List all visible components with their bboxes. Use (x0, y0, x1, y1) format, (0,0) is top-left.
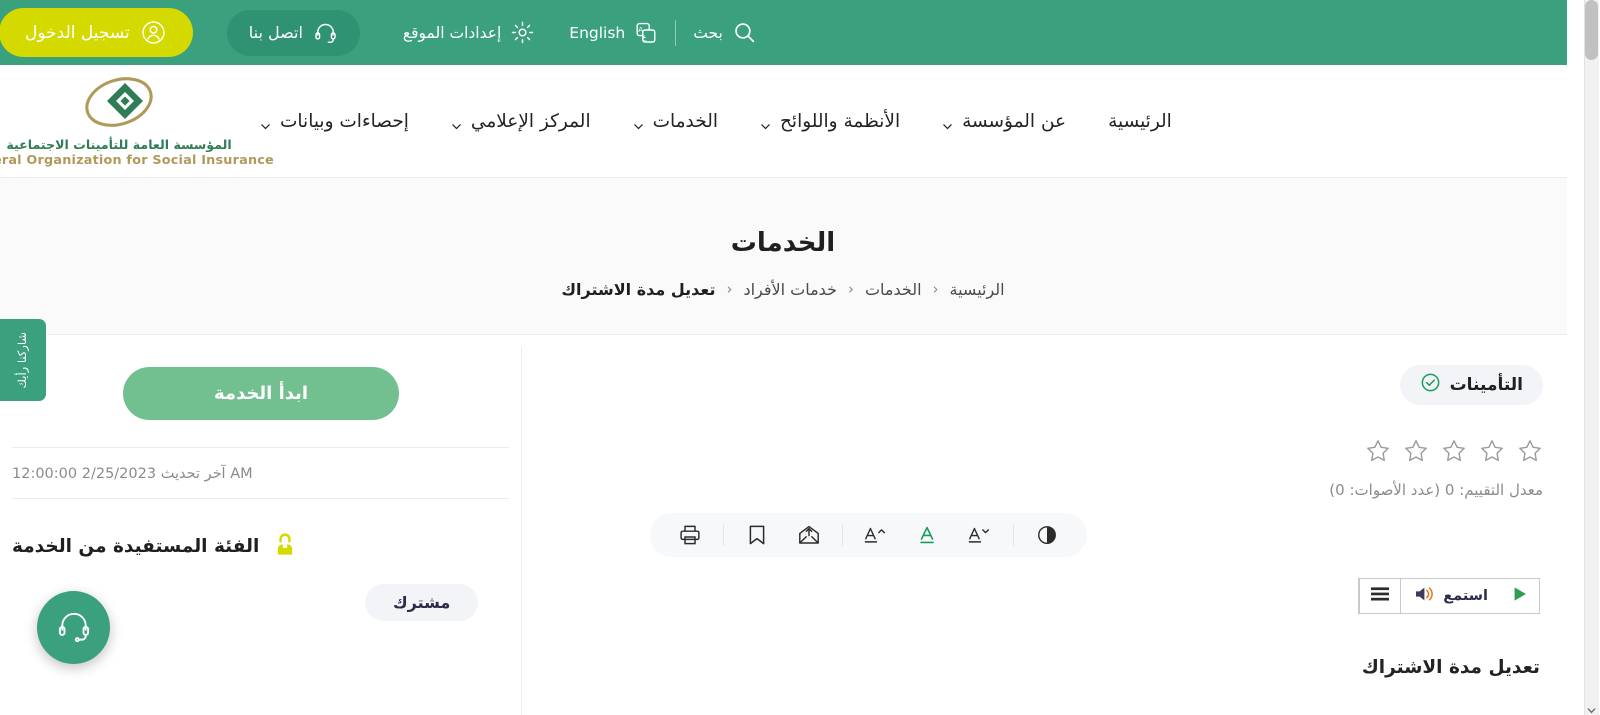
contact-us-label: اتصل بنا (249, 23, 304, 42)
rating-star-4[interactable] (1404, 438, 1430, 464)
search-label: بحث (694, 23, 724, 42)
support-floating-button[interactable] (38, 591, 111, 664)
logo-english-text: General Organization for Social Insuranc… (0, 152, 275, 168)
page-scrollbar[interactable] (1585, 0, 1600, 715)
nav-label: المركز الإعلامي (471, 110, 592, 132)
nav-label: الأنظمة واللوائح (780, 110, 902, 132)
speaker-icon (1415, 585, 1437, 607)
breadcrumb-item-current: تعديل مدة الاشتراك (562, 279, 717, 299)
nav-item-media-center[interactable]: المركز الإعلامي (431, 111, 613, 132)
nav-label: الرئيسية (1109, 110, 1173, 132)
start-service-label: ابدأ الخدمة (214, 383, 310, 404)
site-logo[interactable]: المؤسسة العامة للتأمينات الاجتماعية Gene… (0, 75, 275, 168)
player-listen-label: استمع (1444, 588, 1489, 604)
divider (676, 19, 678, 46)
font-decrease-icon[interactable] (964, 518, 998, 552)
breadcrumb: الرئيسية ‹ الخدمات ‹ خدمات الأفراد ‹ تعد… (551, 280, 1016, 299)
nav-item-statistics[interactable]: إحصاءات وبيانات (240, 111, 431, 132)
nav-item-regulations[interactable]: الأنظمة واللوائح (740, 111, 922, 132)
language-label: English (570, 23, 627, 42)
font-increase-icon[interactable] (860, 518, 894, 552)
rating-summary-text: معدل التقييم: 0 (عدد الأصوات: 0) (1330, 481, 1544, 499)
divider (1014, 524, 1015, 546)
search-button[interactable]: بحث (677, 20, 775, 45)
chevron-down-icon (634, 116, 645, 129)
rating-stars[interactable] (1366, 438, 1544, 464)
play-icon (1512, 585, 1530, 607)
chevron-down-icon (943, 116, 954, 129)
nav-item-home[interactable]: الرئيسية (1088, 111, 1194, 132)
check-circle-icon (1421, 372, 1442, 398)
rating-star-3[interactable] (1442, 438, 1468, 464)
scrollbar-thumb[interactable] (1586, 0, 1599, 60)
breadcrumb-separator: ‹ (848, 280, 855, 298)
nav-label: عن المؤسسة (963, 110, 1068, 132)
breadcrumb-item-home[interactable]: الرئيسية (940, 280, 1017, 299)
chevron-down-icon (261, 116, 272, 129)
user-circle-icon (141, 19, 168, 46)
bookmark-icon[interactable] (741, 518, 775, 552)
nav-label: إحصاءات وبيانات (281, 110, 410, 132)
language-switch-icon: A ع (635, 21, 659, 45)
contrast-icon[interactable] (1031, 518, 1065, 552)
player-menu-button[interactable] (1360, 579, 1401, 613)
user-beneficiary-icon (273, 531, 299, 561)
chevron-down-icon (452, 116, 463, 129)
insurance-badge-label: التأمينات (1450, 375, 1524, 395)
scroll-down-arrow[interactable] (1587, 701, 1598, 714)
service-name-heading: تعديل مدة الاشتراك (1362, 657, 1541, 678)
site-settings-label: إعدادات الموقع (403, 23, 503, 42)
beneficiary-label: الفئة المستفيدة من الخدمة (13, 535, 261, 557)
breadcrumb-separator: ‹ (933, 280, 940, 298)
page-title: الخدمات (731, 227, 837, 258)
chevron-down-icon (761, 116, 772, 129)
divider (13, 498, 510, 499)
player-listen-button[interactable]: استمع (1401, 579, 1502, 613)
breadcrumb-item-services[interactable]: الخدمات (855, 280, 934, 299)
share-envelope-icon[interactable] (793, 518, 827, 552)
content-area: التأمينات معدل التقييم: 0 (عدد الأصوات: … (0, 335, 1568, 715)
headset-icon (314, 20, 339, 45)
hamburger-menu-icon (1371, 586, 1391, 606)
beneficiary-tag: مشترك (366, 584, 480, 621)
search-icon (733, 20, 758, 45)
login-button[interactable]: تسجيل الدخول (0, 8, 194, 57)
rating-star-5[interactable] (1366, 438, 1392, 464)
rating-star-1[interactable] (1518, 438, 1544, 464)
gear-icon (511, 20, 536, 45)
page-tools-toolbar (651, 513, 1088, 557)
divider (13, 447, 510, 448)
print-icon[interactable] (674, 518, 708, 552)
feedback-side-tab[interactable]: شاركنا رأيك (0, 319, 47, 401)
service-main-column: التأمينات معدل التقييم: 0 (عدد الأصوات: … (523, 335, 1568, 715)
breadcrumb-item-individual-services[interactable]: خدمات الأفراد (733, 280, 849, 299)
insurance-category-badge: التأمينات (1400, 365, 1544, 405)
nav-item-services[interactable]: الخدمات (613, 111, 740, 132)
site-settings-button[interactable]: إعدادات الموقع (387, 20, 553, 45)
start-service-button[interactable]: ابدأ الخدمة (124, 367, 400, 420)
audio-player-widget: استمع (1359, 578, 1541, 614)
nav-label: الخدمات (653, 110, 719, 132)
rating-star-2[interactable] (1480, 438, 1506, 464)
nav-items: الرئيسية عن المؤسسة الأنظمة واللوائح الخ… (240, 111, 1194, 132)
main-navigation-bar: المؤسسة العامة للتأمينات الاجتماعية Gene… (0, 65, 1568, 178)
divider (843, 524, 844, 546)
contact-us-button[interactable]: اتصل بنا (227, 9, 361, 56)
gosi-logo-mark (74, 75, 166, 135)
top-utility-bar: بحث A ع English إعدادات الموقع اتصل بنا … (0, 0, 1568, 65)
breadcrumb-separator: ‹ (727, 280, 734, 298)
last-updated-text: آخر تحديث 2/25/2023 12:00:00 AM (13, 466, 254, 482)
font-reset-icon[interactable] (912, 518, 946, 552)
login-label: تسجيل الدخول (26, 22, 131, 43)
beneficiary-section-header: الفئة المستفيدة من الخدمة (13, 531, 510, 561)
feedback-tab-label: شاركنا رأيك (15, 331, 30, 389)
logo-arabic-text: المؤسسة العامة للتأمينات الاجتماعية (7, 136, 233, 152)
language-switch-button[interactable]: A ع English (553, 21, 676, 45)
nav-item-about[interactable]: عن المؤسسة (922, 111, 1088, 132)
headset-icon (56, 607, 94, 649)
divider (724, 524, 725, 546)
page-title-band: الخدمات الرئيسية ‹ الخدمات ‹ خدمات الأفر… (0, 178, 1568, 335)
player-play-button[interactable] (1502, 579, 1540, 613)
